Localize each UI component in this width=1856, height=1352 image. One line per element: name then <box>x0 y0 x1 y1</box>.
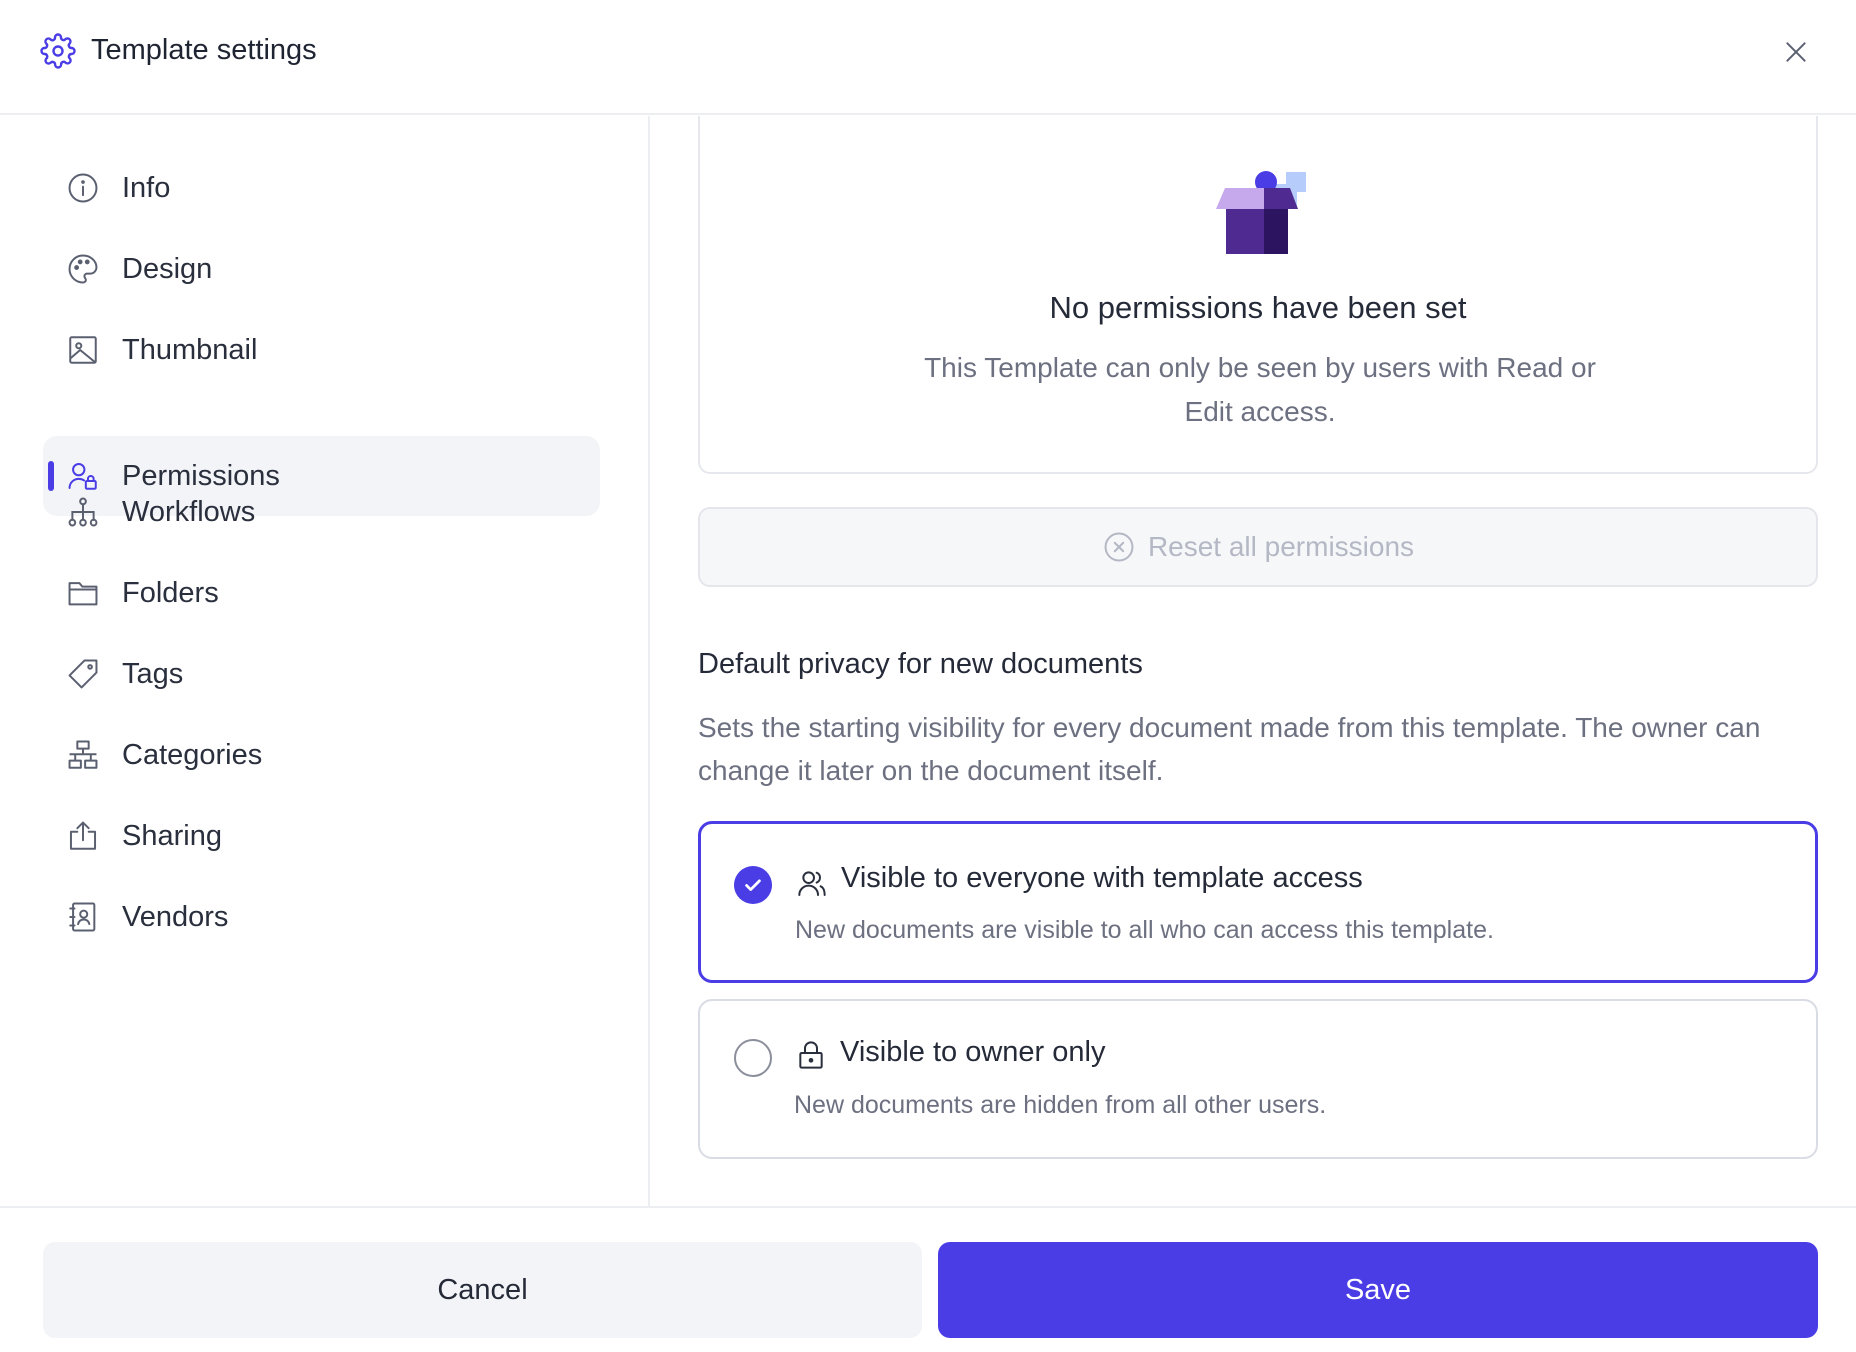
dialog-footer: Cancel Save <box>0 1206 1856 1352</box>
sidebar-item-info[interactable]: Info <box>43 148 600 228</box>
check-icon <box>745 879 761 891</box>
users-icon <box>795 866 829 900</box>
circle-x-icon <box>1102 530 1136 564</box>
sidebar-item-label: Thumbnail <box>122 334 258 366</box>
privacy-option-description: New documents are hidden from all other … <box>794 1091 1327 1119</box>
close-icon <box>1786 42 1806 62</box>
empty-state-description: This Template can only be seen by users … <box>924 352 1596 427</box>
privacy-section-title: Default privacy for new documents <box>698 648 1143 680</box>
categories-icon <box>63 735 103 775</box>
privacy-option-everyone[interactable]: Visible to everyone with template access… <box>698 821 1818 983</box>
share-icon <box>63 816 103 856</box>
radio-selected[interactable] <box>734 866 772 904</box>
tag-icon <box>63 654 103 694</box>
sidebar-item-folders[interactable]: Folders <box>43 553 600 633</box>
sidebar-item-label: Design <box>122 253 213 285</box>
privacy-option-description: New documents are visible to all who can… <box>795 916 1494 944</box>
reset-permissions-label: Reset all permissions <box>1147 531 1415 562</box>
palette-icon <box>63 249 103 289</box>
cancel-button[interactable]: Cancel <box>43 1242 922 1338</box>
sidebar-item-label: Folders <box>122 577 219 609</box>
info-icon <box>63 168 103 208</box>
sidebar-item-vendors[interactable]: Vendors <box>43 877 600 957</box>
sidebar-item-design[interactable]: Design <box>43 229 600 309</box>
close-button[interactable] <box>1776 32 1816 72</box>
dialog-header: Template settings <box>0 0 1856 115</box>
sidebar-item-categories[interactable]: Categories <box>43 715 600 795</box>
privacy-option-label: Visible to everyone with template access <box>841 862 1363 894</box>
contact-book-icon <box>63 897 103 937</box>
sidebar-item-label: Categories <box>122 739 263 771</box>
privacy-section-description: Sets the starting visibility for every d… <box>698 712 1761 786</box>
dialog-title: Template settings <box>91 34 317 66</box>
sidebar-item-label: Vendors <box>122 901 229 933</box>
radio-unselected[interactable] <box>734 1039 772 1077</box>
save-button[interactable]: Save <box>938 1242 1818 1338</box>
sidebar-item-label: Sharing <box>122 820 222 852</box>
sidebar-item-thumbnail[interactable]: Thumbnail <box>43 310 600 390</box>
sidebar-item-workflows[interactable]: Workflows <box>43 472 600 552</box>
sidebar-item-tags[interactable]: Tags <box>43 634 600 714</box>
sidebar-item-label: Workflows <box>122 496 256 528</box>
privacy-option-label: Visible to owner only <box>840 1036 1106 1068</box>
sidebar-item-label: Info <box>122 172 171 204</box>
permissions-panel: No permissions have been set This Templa… <box>652 116 1856 1206</box>
reset-permissions-button[interactable]: Reset all permissions <box>698 507 1818 587</box>
privacy-option-owner-only[interactable]: Visible to owner only New documents are … <box>698 999 1818 1159</box>
hierarchy-icon <box>63 492 103 532</box>
open-box-illustration <box>1198 152 1318 272</box>
lock-icon <box>794 1038 828 1072</box>
gear-icon <box>40 33 76 69</box>
empty-state-title: No permissions have been set <box>1049 290 1467 325</box>
image-icon <box>63 330 103 370</box>
folder-icon <box>63 573 103 613</box>
sidebar-item-sharing[interactable]: Sharing <box>43 796 600 876</box>
empty-state-card: No permissions have been set This Templa… <box>698 116 1818 474</box>
sidebar-item-label: Tags <box>122 658 184 690</box>
settings-sidebar: Info Design Thumbnail Permissions Workfl… <box>0 116 650 1206</box>
